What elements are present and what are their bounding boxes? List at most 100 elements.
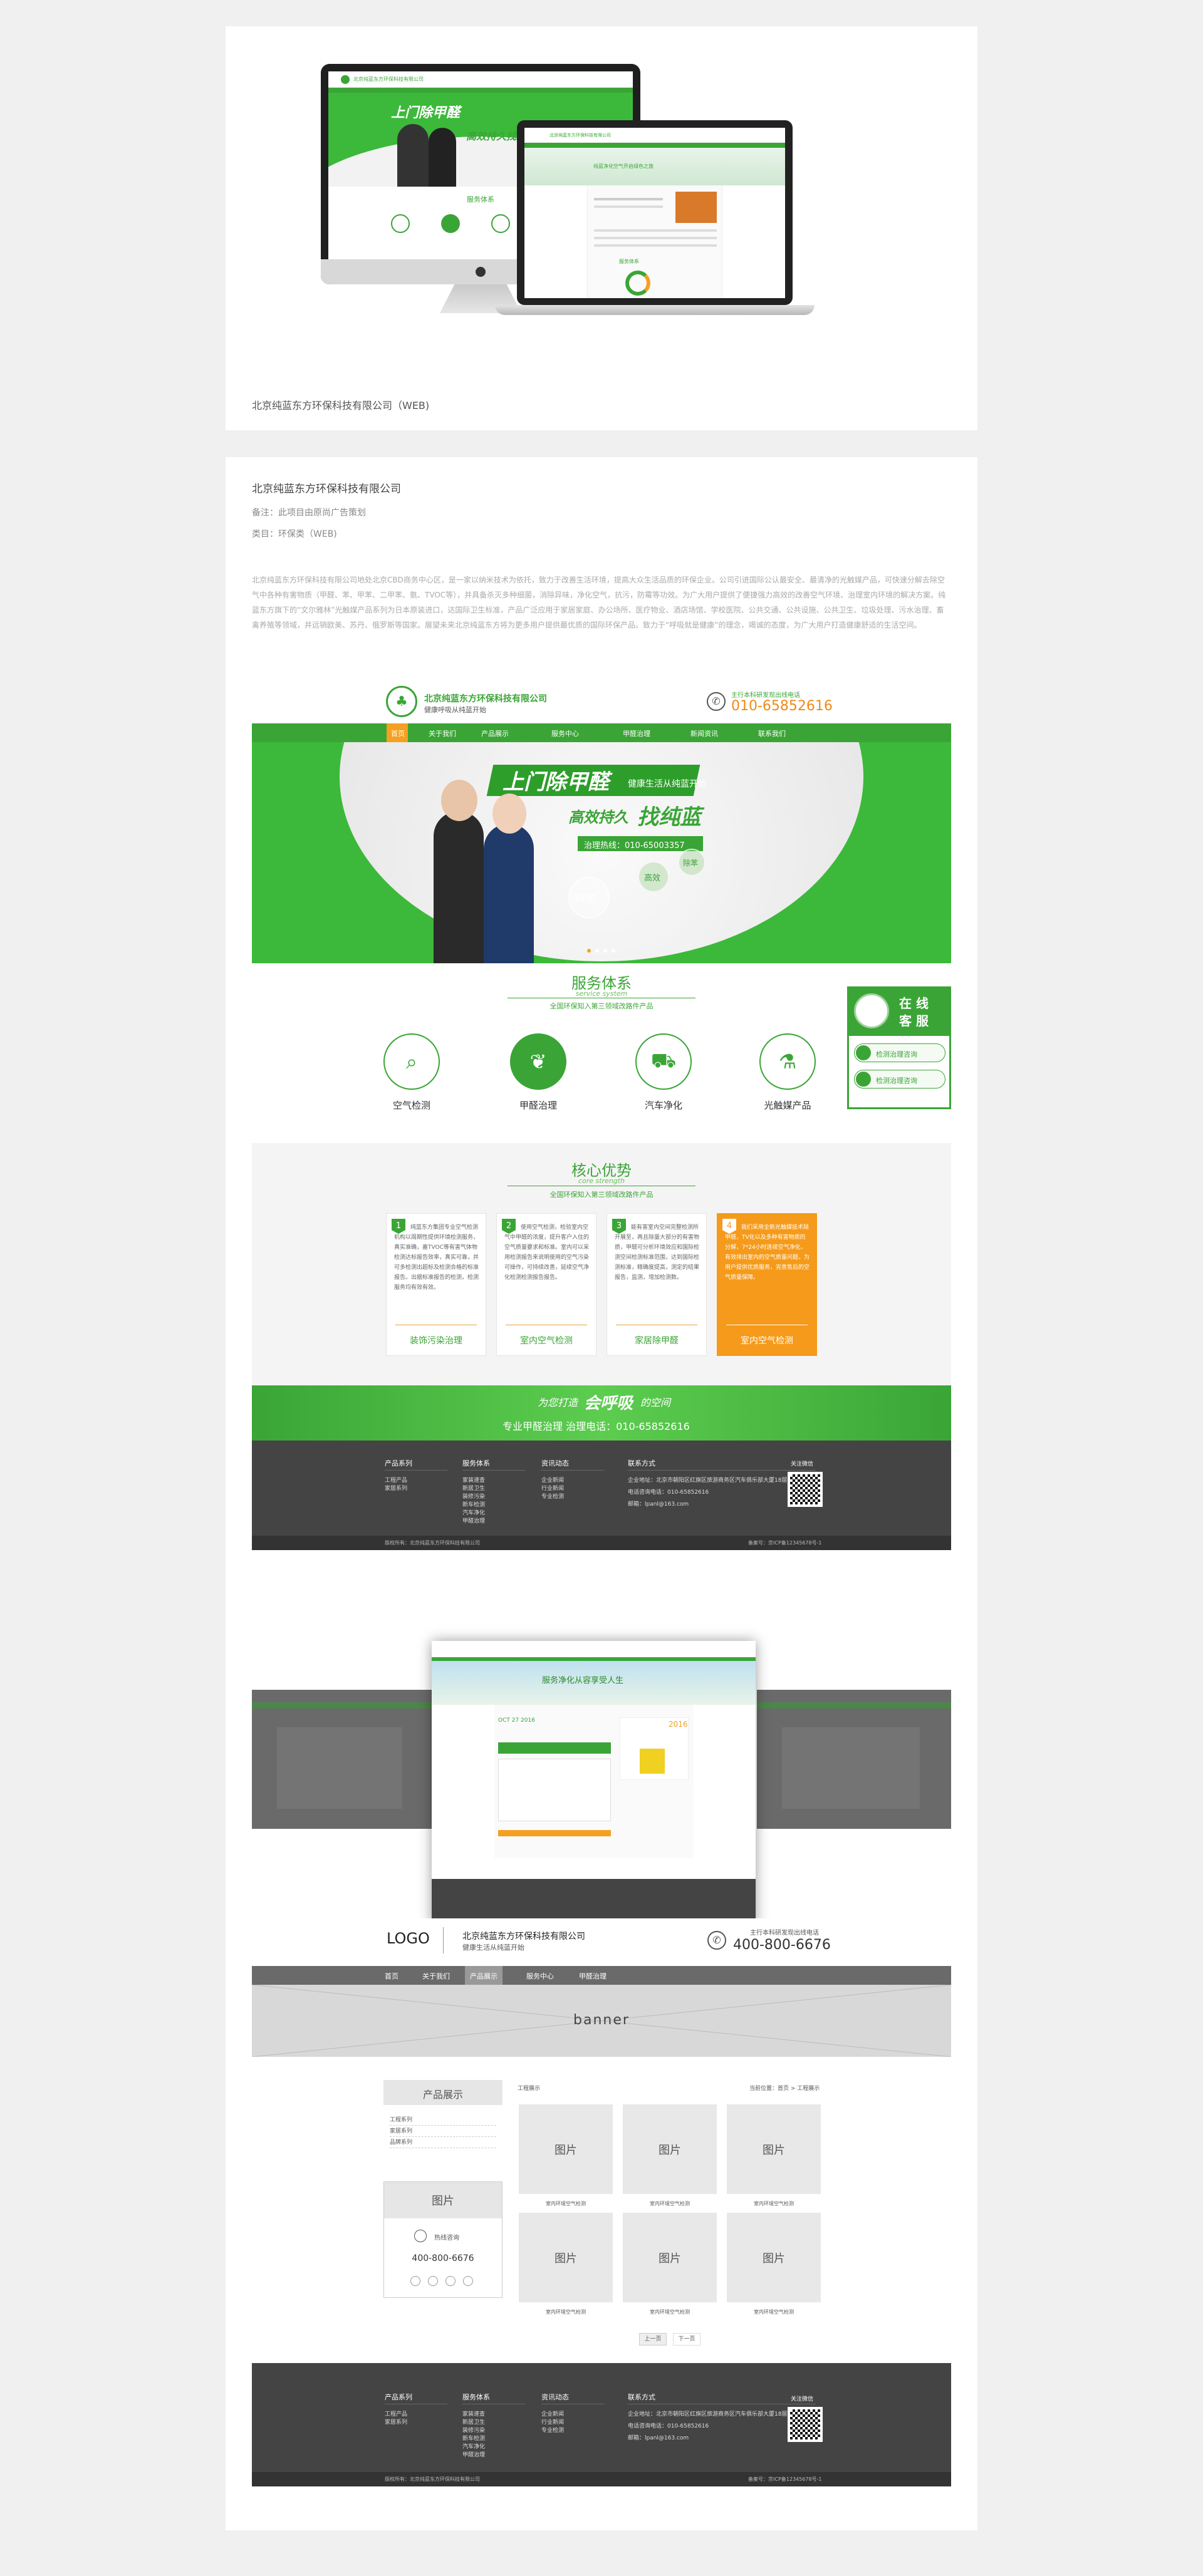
service-car[interactable]: ⛟ 汽车净化 [635, 1033, 692, 1112]
social-icon-4[interactable] [463, 2276, 473, 2286]
hotline-label: 主行本科研发现出线电话 [731, 692, 800, 699]
consult-button-2[interactable]: 检测治理咨询 [854, 1070, 945, 1089]
phone-icon: ✆ [707, 1931, 726, 1950]
footer-col-title: 服务体系 [462, 1459, 525, 1471]
footer-link[interactable]: 装修污染 [462, 2427, 525, 2435]
wire-side-item[interactable]: 家居系列 [390, 2126, 496, 2137]
core-desc: 全国环保知入第三领域改路件产品 [549, 1191, 654, 1199]
footer-link[interactable]: 汽车净化 [462, 2443, 525, 2451]
wire-slogan: 健康生活从纯蓝开始 [462, 1943, 524, 1952]
footer-link[interactable]: 新车检测 [462, 2435, 525, 2443]
laptop-company: 北京纯蓝东方环保科技有限公司 [549, 133, 611, 138]
wire-nav-service[interactable]: 服务中心 [526, 1971, 554, 1981]
phone-icon [414, 2230, 427, 2242]
project-title: 北京纯蓝东方环保科技有限公司 [252, 483, 401, 495]
wire-image-4[interactable]: 图片 [519, 2213, 613, 2302]
core-subtitle: core strength [578, 1177, 625, 1185]
card-text: 我们采用全新光触媒技术除甲醛，TV化以及多种有害物质的分解，7*24小时连续空气… [725, 1224, 810, 1281]
project-card: 北京纯蓝东方环保科技有限公司 备注：此项目由原尚广告策划 类目：环保类（WEB)… [226, 457, 977, 2530]
nav-news[interactable]: 新闻资讯 [690, 728, 718, 738]
consult-button-1[interactable]: 检测治理咨询 [854, 1043, 945, 1062]
footer-col-products: 产品系列 工程产品 家居系列 [385, 1459, 447, 1493]
site-footer: 产品系列 工程产品 家居系列 服务体系 家装速查 新居卫生 装修污染 新车检测 … [252, 1441, 951, 1550]
wire-image-caption: 室内环境空气检测 [546, 2309, 586, 2315]
wire-image-1[interactable]: 图片 [519, 2104, 613, 2194]
footer-link[interactable]: 新车检测 [462, 1501, 525, 1509]
wire-footer: 产品系列 工程产品 家居系列 服务体系 家装速查 新居卫生 装修污染 新车检测 … [252, 2363, 951, 2486]
service-label: 光触媒产品 [764, 1100, 811, 1111]
card-label: 装饰污染治理 [410, 1336, 462, 1346]
next-page-button[interactable]: 下一页 [673, 2333, 700, 2346]
prev-page-button[interactable]: 上一页 [639, 2333, 667, 2346]
social-icon-3[interactable] [445, 2276, 456, 2286]
footer-link[interactable]: 装修污染 [462, 1493, 525, 1501]
footer-link[interactable]: 家居系列 [385, 1485, 447, 1493]
nav-products[interactable]: 产品展示 [481, 728, 509, 738]
nav-about[interactable]: 关于我们 [429, 728, 456, 738]
footer-col-title: 资讯动态 [541, 1459, 604, 1471]
social-icon-1[interactable] [410, 2276, 420, 2286]
wire-side-item[interactable]: 工程系列 [390, 2115, 496, 2126]
slider-dot-2[interactable] [595, 949, 599, 953]
wire-image-2[interactable]: 图片 [623, 2104, 717, 2194]
wire-nav-formaldehyde[interactable]: 甲醛治理 [579, 1971, 607, 1981]
footer-link[interactable]: 汽车净化 [462, 1509, 525, 1518]
footer-link[interactable]: 新居卫生 [462, 1485, 525, 1493]
nav-home[interactable]: 首页 [391, 728, 405, 738]
slider-dot-3[interactable] [603, 949, 607, 953]
wire-image-6[interactable]: 图片 [727, 2213, 821, 2302]
core-card-4[interactable]: 4 我们采用全新光触媒技术除甲醛，TV化以及多种有害物质的分解，7*24小时连续… [717, 1213, 817, 1356]
hero-bubble-label-3: 除苯 [683, 859, 699, 867]
service-photocatalyst[interactable]: ⚗ 光触媒产品 [759, 1033, 816, 1112]
footer-link[interactable]: 专业检测 [541, 2427, 604, 2435]
service-label: 空气检测 [392, 1100, 430, 1111]
footer-link[interactable]: 工程产品 [385, 2411, 447, 2419]
wire-image-label: 图片 [763, 2252, 785, 2265]
footer-link[interactable]: 甲醛治理 [462, 2451, 525, 2460]
footer-link[interactable]: 工程产品 [385, 1477, 447, 1485]
service-formaldehyde[interactable]: ❦ 甲醛治理 [510, 1033, 566, 1112]
hero-phone: 治理热线：010-65003357 [584, 841, 685, 851]
core-card-1[interactable]: 1 纯蓝东方集团专业空气检测机构以周期性提供环境检测服务，真实准确，嘉TVOC等… [386, 1213, 486, 1356]
leaf-logo-icon: ♣ [386, 686, 417, 717]
footer-link[interactable]: 专业检测 [541, 1493, 604, 1501]
wire-nav-home[interactable]: 首页 [385, 1971, 398, 1981]
footer-link[interactable]: 行业新闻 [541, 2419, 604, 2427]
nav-contact[interactable]: 联系我们 [758, 728, 786, 738]
core-card-3[interactable]: 3 能有害室内空间完整检测所开展至，再且除量大部分的有害物质，甲醛可分析环境效应… [607, 1213, 707, 1356]
laptop-banner: 纯蓝净化空气开启绿色之旅 [524, 148, 785, 185]
nav-formaldehyde[interactable]: 甲醛治理 [623, 728, 650, 738]
service-air-test[interactable]: ⌕ 空气检测 [383, 1033, 440, 1112]
wire-image-3[interactable]: 图片 [727, 2104, 821, 2194]
showcase-caption: 北京纯蓝东方环保科技有限公司（WEB) [252, 400, 430, 411]
footer-link[interactable]: 新居卫生 [462, 2419, 525, 2427]
inner-right-preview [757, 1690, 951, 1829]
footer-link[interactable]: 家装速查 [462, 2411, 525, 2419]
wire-image-5[interactable]: 图片 [623, 2213, 717, 2302]
project-note: 备注：此项目由原尚广告策划 [252, 508, 366, 518]
nav-service[interactable]: 服务中心 [551, 728, 579, 738]
hero-bubble-label-1: 除甲醛 [570, 894, 596, 904]
footer-link[interactable]: 企业新闻 [541, 1477, 604, 1485]
cta-line-1b: 会呼吸 [584, 1394, 633, 1413]
magnifier-icon: ⌕ [383, 1033, 440, 1090]
cta-line-1a: 为您打造 [538, 1397, 578, 1409]
wire-nav-about[interactable]: 关于我们 [422, 1971, 450, 1981]
footer-link[interactable]: 甲醛治理 [462, 1518, 525, 1526]
core-card-2[interactable]: 2 使用空气检测，检验室内空气中甲醛的浓度，提升客户入住的空气质量要求和标准。室… [496, 1213, 596, 1356]
footer-link[interactable]: 行业新闻 [541, 1485, 604, 1493]
service-subtitle: service system [575, 990, 628, 998]
inner-center-preview: 服务净化从容享受人生 OCT 27 2016 2016 [432, 1641, 756, 1926]
wire-side-item[interactable]: 品牌系列 [390, 2138, 496, 2148]
footer-col-title: 服务体系 [462, 2393, 525, 2404]
footer-link[interactable]: 家居系列 [385, 2419, 447, 2427]
slider-dot-1[interactable] [587, 949, 591, 953]
wechat-label: 关注微信 [791, 2396, 814, 2403]
wire-image-label: 图片 [555, 2252, 577, 2265]
social-icon-2[interactable] [428, 2276, 438, 2286]
wire-breadcrumb: 当前位置：首页 > 工程展示 [749, 2086, 820, 2092]
footer-link[interactable]: 家装速查 [462, 1477, 525, 1485]
wire-nav-products[interactable]: 产品展示 [470, 1971, 497, 1981]
footer-link[interactable]: 企业新闻 [541, 2411, 604, 2419]
slider-dot-4[interactable] [612, 949, 615, 953]
